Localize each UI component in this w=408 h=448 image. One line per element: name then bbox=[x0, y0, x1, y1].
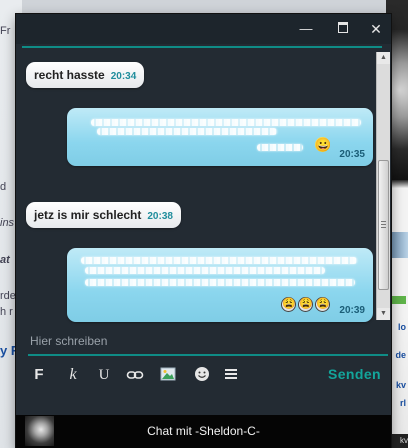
grip-line bbox=[381, 227, 386, 228]
grip-line bbox=[381, 221, 386, 222]
blurred-text bbox=[257, 144, 303, 151]
minimize-button[interactable]: — bbox=[295, 20, 317, 38]
weary-emoji-icon: 😩 bbox=[315, 297, 330, 312]
grip-line bbox=[381, 224, 386, 225]
background-text: Fr bbox=[0, 25, 11, 37]
message-time: 20:34 bbox=[110, 71, 137, 82]
background-text: h r bbox=[0, 306, 13, 318]
message-text: recht hasste bbox=[34, 68, 105, 82]
weary-emoji-icon: 😩 bbox=[281, 297, 296, 312]
bold-button[interactable]: F bbox=[32, 366, 46, 384]
message-outgoing: 😀 20:35 bbox=[67, 108, 373, 166]
message-time: 20:39 bbox=[339, 305, 365, 316]
italic-button[interactable]: k bbox=[66, 366, 80, 384]
message-time: 20:35 bbox=[339, 149, 365, 160]
message-incoming: jetz is mir schlecht 20:38 bbox=[26, 202, 181, 228]
background-text: lo bbox=[398, 322, 406, 332]
blurred-text bbox=[85, 279, 355, 286]
title-divider bbox=[22, 46, 382, 48]
message-text: jetz is mir schlecht bbox=[34, 208, 142, 222]
blurred-text bbox=[97, 128, 277, 135]
chat-title: Chat mit -Sheldon-C- bbox=[147, 424, 260, 438]
title-bar[interactable]: — ✕ bbox=[16, 14, 391, 44]
background-text: kv bbox=[395, 380, 406, 390]
close-button[interactable]: ✕ bbox=[365, 20, 387, 38]
link-icon[interactable] bbox=[126, 366, 144, 384]
scroll-up-icon[interactable]: ▲ bbox=[377, 52, 390, 64]
background-text: rde bbox=[0, 290, 16, 302]
grinning-emoji-icon: 😀 bbox=[315, 137, 332, 152]
chat-footer: Chat mit -Sheldon-C- bbox=[16, 415, 391, 448]
image-icon[interactable] bbox=[160, 366, 176, 384]
background-text: at bbox=[0, 254, 10, 266]
message-outgoing: 😩 😩 😩 20:39 bbox=[67, 248, 373, 322]
background-text: ins bbox=[0, 217, 15, 229]
scroll-thumb[interactable] bbox=[378, 160, 389, 290]
message-incoming: recht hasste 20:34 bbox=[26, 62, 145, 88]
background-text: d bbox=[0, 181, 7, 193]
background-badge bbox=[392, 296, 406, 304]
message-list: recht hasste 20:34 😀 20:35 jetz is mir sc… bbox=[24, 54, 376, 326]
smiley-icon[interactable] bbox=[194, 366, 210, 384]
background-text: de bbox=[395, 350, 406, 360]
message-time: 20:38 bbox=[147, 211, 173, 222]
list-icon[interactable] bbox=[224, 366, 238, 384]
weary-emoji-icon: 😩 bbox=[298, 297, 313, 312]
blurred-text bbox=[91, 119, 361, 126]
input-underline bbox=[28, 354, 388, 356]
send-button[interactable]: Senden bbox=[328, 366, 381, 382]
maximize-button[interactable] bbox=[332, 20, 354, 38]
scroll-down-icon[interactable]: ▼ bbox=[377, 308, 390, 320]
blurred-text bbox=[81, 257, 357, 264]
underline-button[interactable]: U bbox=[96, 366, 112, 384]
chat-window: — ✕ recht hasste 20:34 😀 20:35 jetz is mi… bbox=[16, 14, 391, 448]
messages-scrollbar[interactable]: ▲ ▼ bbox=[376, 52, 390, 320]
maximize-icon bbox=[338, 22, 348, 33]
blurred-text bbox=[85, 267, 325, 274]
background-text: rl bbox=[399, 398, 406, 408]
message-input[interactable] bbox=[30, 330, 370, 352]
